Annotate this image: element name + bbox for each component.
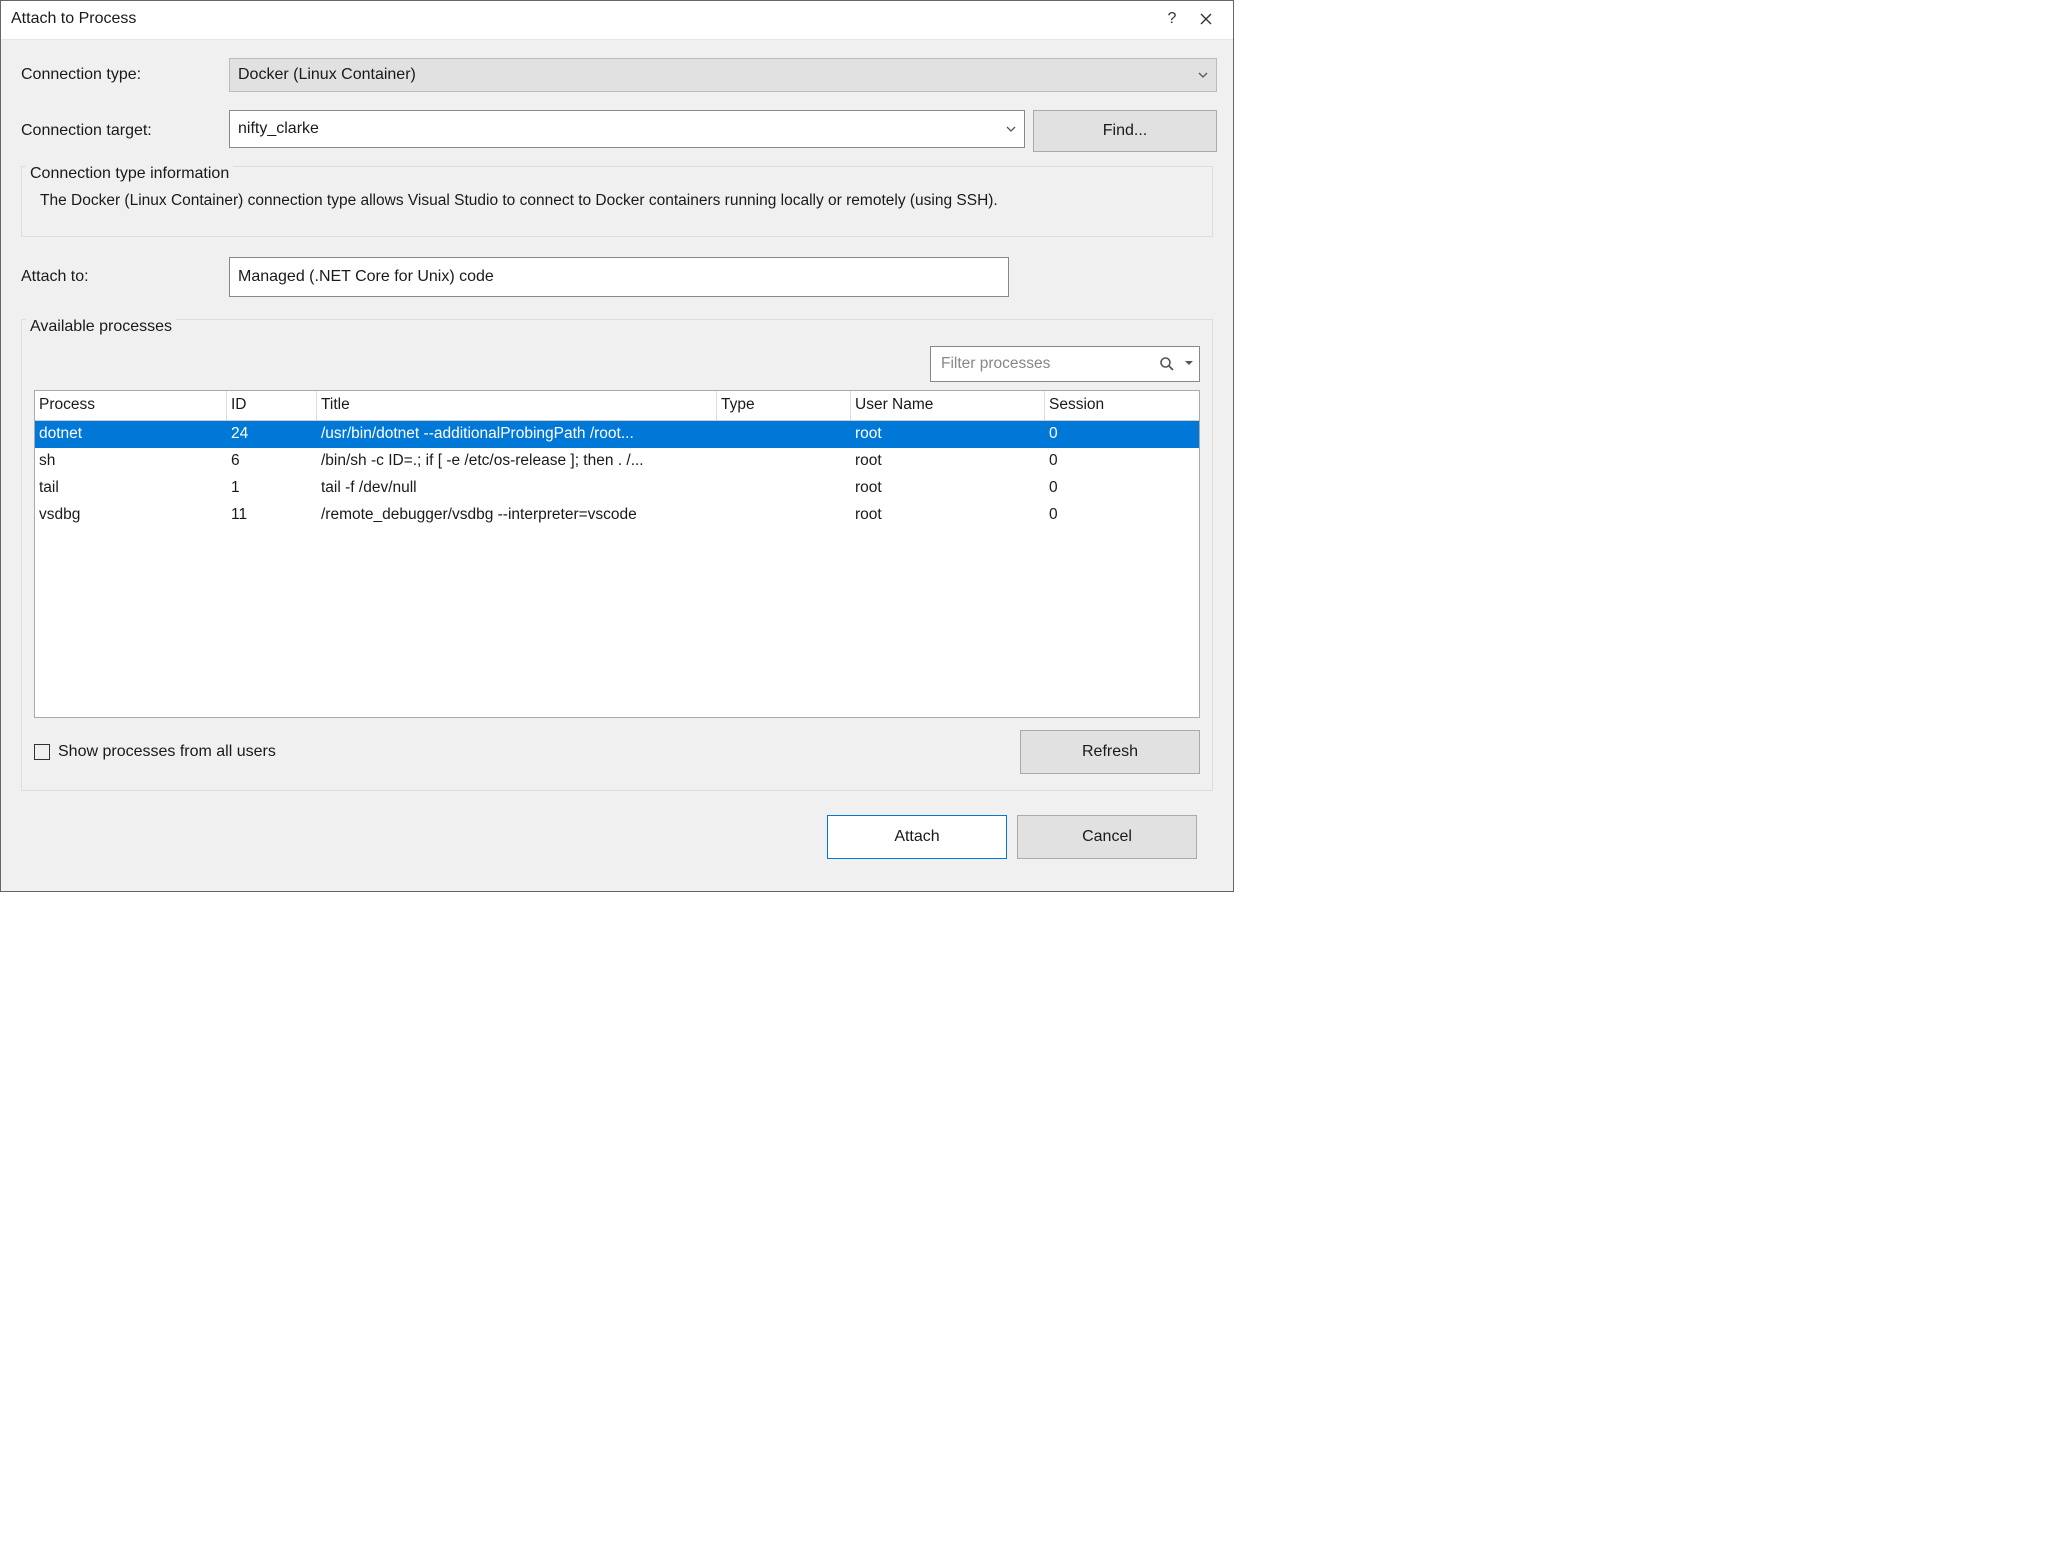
connection-type-info-text: The Docker (Linux Container) connection … [34, 189, 1200, 214]
cell-process: tail [35, 479, 227, 497]
available-processes-title: Available processes [26, 318, 176, 336]
cell-title: /remote_debugger/vsdbg --interpreter=vsc… [317, 506, 717, 524]
table-row[interactable]: dotnet24/usr/bin/dotnet --additionalProb… [35, 421, 1199, 448]
cell-process: vsdbg [35, 506, 227, 524]
connection-type-select[interactable]: Docker (Linux Container) [229, 58, 1217, 92]
table-row[interactable]: tail1tail -f /dev/null root0 [35, 475, 1199, 502]
cell-user: root [851, 479, 1045, 497]
filter-dropdown-icon[interactable] [1181, 361, 1193, 366]
cell-title: /usr/bin/dotnet --additionalProbingPath … [317, 425, 717, 443]
cell-process: dotnet [35, 425, 227, 443]
connection-target-value: nifty_clarke [238, 120, 319, 138]
titlebar: Attach to Process ? [1, 1, 1233, 40]
col-title[interactable]: Title [317, 391, 717, 420]
attach-to-label: Attach to: [17, 268, 229, 286]
available-processes-section: Available processes Process ID Title [21, 319, 1213, 791]
dialog-content: Connection type: Docker (Linux Container… [1, 40, 1233, 891]
checkbox-icon [34, 744, 50, 760]
connection-type-info: Connection type information The Docker (… [21, 166, 1213, 237]
cell-title: /bin/sh -c ID=.; if [ -e /etc/os-release… [317, 452, 717, 470]
cell-id: 6 [227, 452, 317, 470]
dialog-footer: Attach Cancel [17, 815, 1217, 875]
connection-type-info-title: Connection type information [26, 165, 233, 183]
attach-to-textbox[interactable]: Managed (.NET Core for Unix) code [229, 257, 1009, 297]
cell-session: 0 [1045, 506, 1165, 524]
col-type[interactable]: Type [717, 391, 851, 420]
filter-processes-box[interactable] [930, 346, 1200, 382]
cancel-button[interactable]: Cancel [1017, 815, 1197, 859]
table-row[interactable]: vsdbg11/remote_debugger/vsdbg --interpre… [35, 502, 1199, 529]
show-all-users-label: Show processes from all users [58, 743, 276, 761]
connection-target-label: Connection target: [17, 122, 229, 140]
col-user[interactable]: User Name [851, 391, 1045, 420]
connection-target-select[interactable]: nifty_clarke [229, 110, 1025, 148]
attach-button[interactable]: Attach [827, 815, 1007, 859]
processes-bottom-bar: Show processes from all users Refresh [34, 730, 1200, 774]
cell-user: root [851, 425, 1045, 443]
cell-title: tail -f /dev/null [317, 479, 717, 497]
cell-user: root [851, 452, 1045, 470]
cell-id: 1 [227, 479, 317, 497]
help-button[interactable]: ? [1155, 5, 1189, 33]
process-table-body[interactable]: dotnet24/usr/bin/dotnet --additionalProb… [35, 421, 1199, 717]
connection-type-row: Connection type: Docker (Linux Container… [17, 58, 1217, 92]
chevron-down-icon [1198, 72, 1208, 78]
cell-session: 0 [1045, 425, 1165, 443]
cell-id: 11 [227, 506, 317, 524]
attach-to-value: Managed (.NET Core for Unix) code [238, 268, 494, 286]
col-id[interactable]: ID [227, 391, 317, 420]
table-row[interactable]: sh6/bin/sh -c ID=.; if [ -e /etc/os-rele… [35, 448, 1199, 475]
attach-to-process-dialog: Attach to Process ? Connection type: Doc… [0, 0, 1234, 892]
process-table-header[interactable]: Process ID Title Type User Name Session [35, 391, 1199, 421]
close-icon [1200, 13, 1212, 25]
connection-type-value: Docker (Linux Container) [238, 66, 416, 84]
cell-user: root [851, 506, 1045, 524]
process-table: Process ID Title Type User Name Session … [34, 390, 1200, 718]
connection-target-row: Connection target: nifty_clarke Find... [17, 110, 1217, 152]
col-process[interactable]: Process [35, 391, 227, 420]
cell-id: 24 [227, 425, 317, 443]
attach-to-row: Attach to: Managed (.NET Core for Unix) … [17, 257, 1217, 297]
connection-type-label: Connection type: [17, 66, 229, 84]
find-button[interactable]: Find... [1033, 110, 1217, 152]
cell-process: sh [35, 452, 227, 470]
search-icon[interactable] [1159, 356, 1175, 372]
close-button[interactable] [1189, 5, 1223, 33]
col-session[interactable]: Session [1045, 391, 1165, 420]
show-all-users-checkbox[interactable]: Show processes from all users [34, 743, 276, 761]
cell-session: 0 [1045, 452, 1165, 470]
dialog-title: Attach to Process [11, 10, 1155, 28]
cell-session: 0 [1045, 479, 1165, 497]
filter-processes-input[interactable] [939, 354, 1153, 374]
refresh-button[interactable]: Refresh [1020, 730, 1200, 774]
chevron-down-icon [1006, 126, 1016, 132]
